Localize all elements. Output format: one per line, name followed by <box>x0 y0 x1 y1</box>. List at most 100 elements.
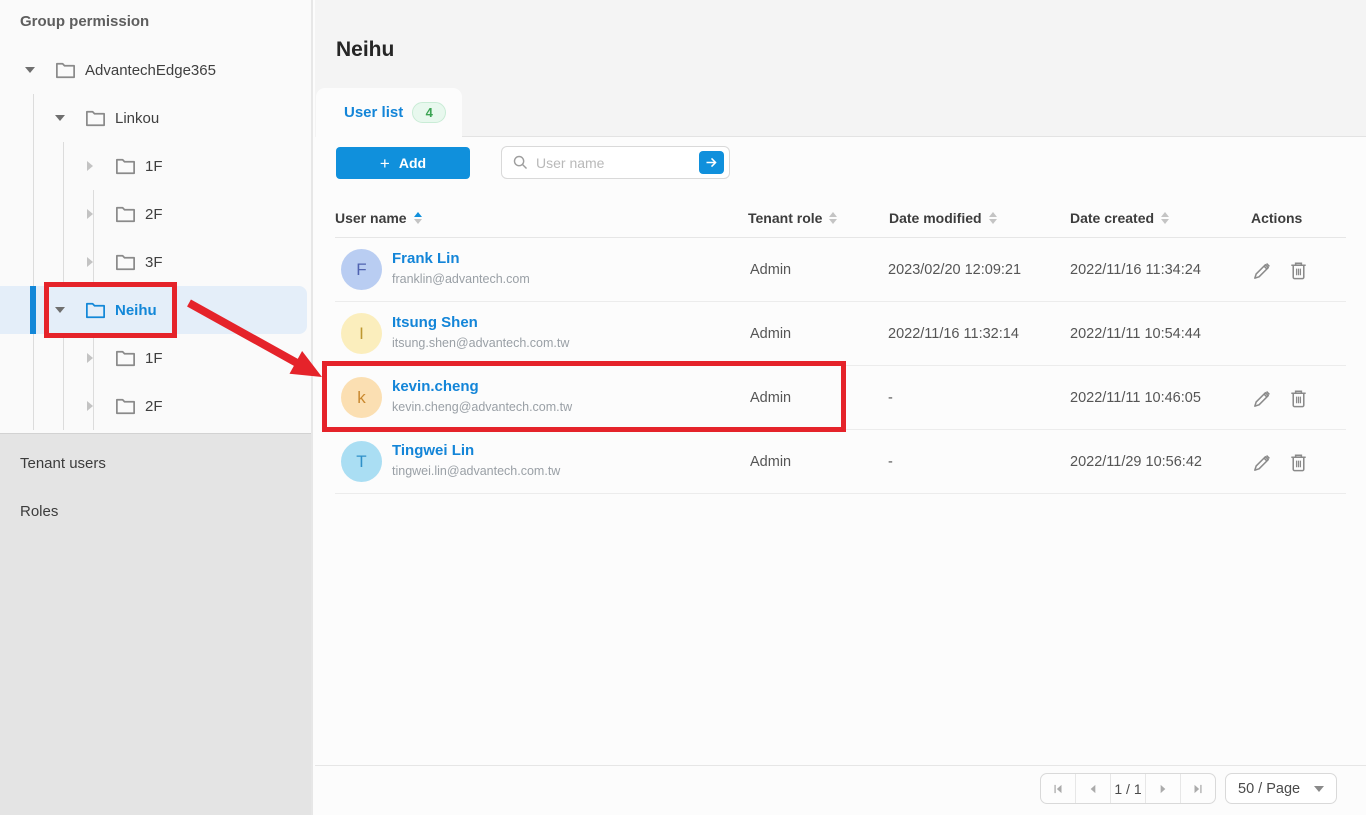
avatar: F <box>341 249 382 290</box>
tenant-role-cell: Admin <box>750 238 791 302</box>
tab-user-list[interactable]: User list 4 <box>316 88 462 137</box>
tree-item-linkou-1f[interactable]: 1F <box>0 142 307 190</box>
search-input[interactable] <box>536 155 699 171</box>
caret-right-icon[interactable] <box>84 256 96 268</box>
caret-down-icon[interactable] <box>24 64 36 76</box>
tree-item-neihu-1f[interactable]: 1F <box>0 334 307 382</box>
caret-right-icon[interactable] <box>84 160 96 172</box>
tree-item-label: 2F <box>145 398 163 415</box>
date-modified-cell: 2022/11/16 11:32:14 <box>888 302 1019 366</box>
caret-right-icon[interactable] <box>84 352 96 364</box>
search-submit-button[interactable] <box>699 151 724 174</box>
sidebar-bottom-section: Tenant users Roles <box>0 433 311 815</box>
tree-item-label: 1F <box>145 158 163 175</box>
first-page-button[interactable] <box>1041 774 1075 803</box>
next-page-button[interactable] <box>1145 774 1180 803</box>
tenant-role-cell: Admin <box>750 430 791 494</box>
column-header-tenant-role[interactable]: Tenant role <box>748 198 837 238</box>
page-size-select[interactable]: 50 / Page <box>1225 773 1337 804</box>
date-modified-cell: - <box>888 430 893 494</box>
last-page-button[interactable] <box>1180 774 1215 803</box>
tree-item-neihu-selected[interactable]: Neihu <box>0 286 307 334</box>
tree-item-linkou[interactable]: Linkou <box>0 94 307 142</box>
column-header-user-name[interactable]: User name <box>335 198 422 238</box>
table-row: T Tingwei Lin tingwei.lin@advantech.com.… <box>335 430 1346 494</box>
previous-page-button[interactable] <box>1075 774 1110 803</box>
user-name-link[interactable]: Tingwei Lin <box>392 442 474 459</box>
page-indicator: 1 / 1 <box>1110 774 1145 803</box>
tree-item-linkou-3f[interactable]: 3F <box>0 238 307 286</box>
date-created-cell: 2022/11/11 10:54:44 <box>1070 302 1201 366</box>
sidebar-item-roles[interactable]: Roles <box>0 488 311 536</box>
user-name-link[interactable]: Frank Lin <box>392 250 460 267</box>
tab-label: User list <box>344 104 403 121</box>
delete-icon[interactable] <box>1287 259 1310 282</box>
column-header-actions: Actions <box>1251 198 1302 238</box>
folder-icon <box>84 299 107 322</box>
plus-icon: + <box>380 155 390 172</box>
edit-icon[interactable] <box>1251 387 1274 410</box>
sort-icon[interactable] <box>989 212 997 224</box>
add-user-button[interactable]: + Add <box>336 147 470 179</box>
previous-page-icon <box>1086 782 1100 796</box>
sidebar-group-permission: Group permission AdvantechEdge365 Linkou… <box>0 0 313 815</box>
pagination-group: 1 / 1 <box>1040 773 1216 804</box>
date-created-cell: 2022/11/16 11:34:24 <box>1070 238 1201 302</box>
user-email: kevin.cheng@advantech.com.tw <box>392 400 572 414</box>
page-size-value: 50 / Page <box>1238 781 1300 797</box>
footer-divider <box>315 765 1366 766</box>
caret-down-icon[interactable] <box>54 112 66 124</box>
sidebar-item-tenant-users[interactable]: Tenant users <box>0 440 311 488</box>
sort-icon[interactable] <box>1161 212 1169 224</box>
folder-icon <box>114 155 137 178</box>
table-row: F Frank Lin franklin@advantech.com Admin… <box>335 238 1346 302</box>
user-email: tingwei.lin@advantech.com.tw <box>392 464 560 478</box>
sort-icon[interactable] <box>829 212 837 224</box>
tree-item-label: 3F <box>145 254 163 271</box>
avatar: T <box>341 441 382 482</box>
column-header-date-created[interactable]: Date created <box>1070 198 1169 238</box>
search-icon <box>512 154 529 171</box>
caret-down-icon[interactable] <box>54 304 66 316</box>
user-name-link[interactable]: Itsung Shen <box>392 314 478 331</box>
tree-item-neihu-2f[interactable]: 2F <box>0 382 307 430</box>
caret-right-icon[interactable] <box>84 208 96 220</box>
user-name-link[interactable]: kevin.cheng <box>392 378 479 395</box>
sort-icon[interactable] <box>414 212 422 224</box>
page-title: Neihu <box>336 38 394 62</box>
edit-icon[interactable] <box>1251 451 1274 474</box>
tab-bar-divider <box>462 136 1366 137</box>
column-header-date-modified[interactable]: Date modified <box>889 198 997 238</box>
tree-item-label: AdvantechEdge365 <box>85 62 216 79</box>
folder-icon <box>54 59 77 82</box>
user-count-badge: 4 <box>412 102 446 123</box>
date-modified-cell: 2023/02/20 12:09:21 <box>888 238 1021 302</box>
first-page-icon <box>1051 782 1065 796</box>
tree-item-label: 1F <box>145 350 163 367</box>
tree-selection-indicator <box>30 286 36 334</box>
user-email: franklin@advantech.com <box>392 272 530 286</box>
table-header-row: User name Tenant role Date modified Date… <box>335 198 1346 238</box>
sidebar-title: Group permission <box>20 13 149 30</box>
avatar: I <box>341 313 382 354</box>
chevron-down-icon <box>1314 786 1324 792</box>
tree-item-label: Linkou <box>115 110 159 127</box>
add-button-label: Add <box>399 155 426 171</box>
folder-icon <box>114 395 137 418</box>
table-row: I Itsung Shen itsung.shen@advantech.com.… <box>335 302 1346 366</box>
table-row-kevin-cheng: k kevin.cheng kevin.cheng@advantech.com.… <box>335 366 1346 430</box>
tree-item-linkou-2f[interactable]: 2F <box>0 190 307 238</box>
delete-icon[interactable] <box>1287 387 1310 410</box>
folder-icon <box>114 347 137 370</box>
folder-icon <box>114 203 137 226</box>
edit-icon[interactable] <box>1251 259 1274 282</box>
next-page-icon <box>1156 782 1170 796</box>
tree-item-label: 2F <box>145 206 163 223</box>
tree-item-advantechedge365[interactable]: AdvantechEdge365 <box>0 46 307 94</box>
date-created-cell: 2022/11/11 10:46:05 <box>1070 366 1201 430</box>
delete-icon[interactable] <box>1287 451 1310 474</box>
arrow-right-icon <box>704 155 719 170</box>
caret-right-icon[interactable] <box>84 400 96 412</box>
user-email: itsung.shen@advantech.com.tw <box>392 336 569 350</box>
folder-icon <box>114 251 137 274</box>
